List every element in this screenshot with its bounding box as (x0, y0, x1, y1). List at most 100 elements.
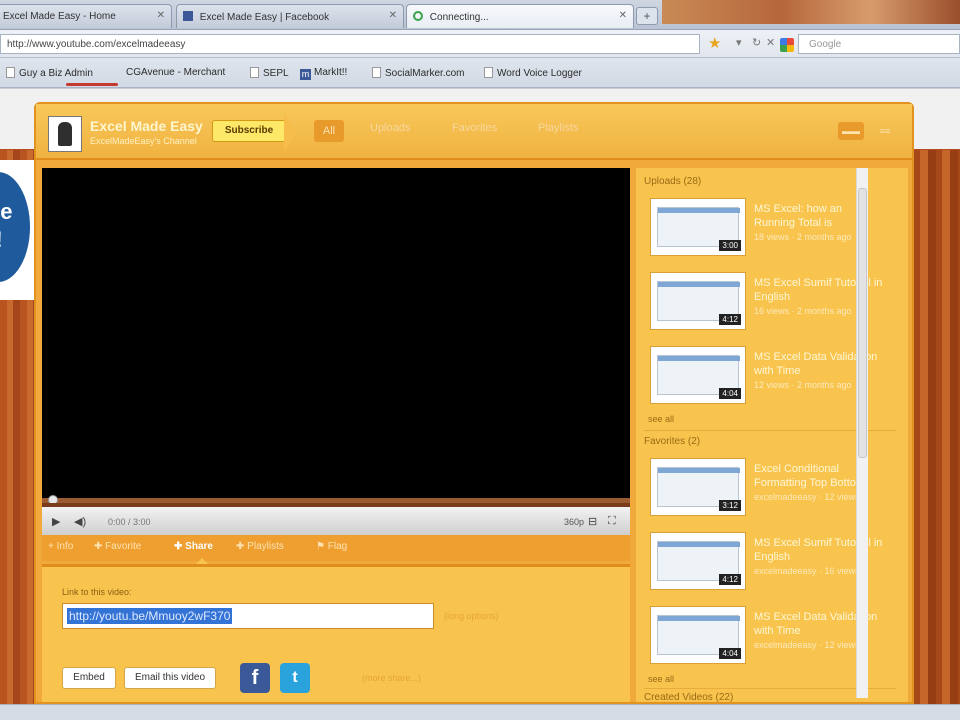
bookmark-label: Guy a Biz Admin (19, 68, 93, 79)
more-share-link[interactable]: (more share...) (362, 673, 421, 683)
close-tab-icon[interactable]: ✕ (389, 10, 397, 21)
bookmark-item[interactable]: CGAvenue - Merchant (126, 67, 225, 78)
video-meta: 16 views · 2 months ago (754, 306, 852, 316)
player-controls: ▶ ◀) 0:00 / 3:00 360p ⊟ ⛶ (42, 503, 630, 535)
search-input[interactable]: Google (798, 34, 960, 54)
badge-text: se !! (0, 172, 30, 282)
quality-button[interactable]: 360p (564, 517, 584, 527)
tab-label: Excel Made Easy | Facebook (199, 12, 330, 23)
twitter-icon[interactable]: t (280, 663, 310, 693)
browser-tab-bar: Excel Made Easy - Home ✕ Excel Made Easy… (0, 0, 960, 30)
page-icon (6, 67, 15, 78)
video-thumbnail[interactable]: 3:00 (650, 198, 746, 256)
popout-icon[interactable]: ⊟ (588, 515, 597, 528)
action-label: Favorite (105, 541, 142, 552)
scrollbar-thumb[interactable] (858, 188, 867, 458)
header-arrow (284, 112, 296, 152)
status-bar (0, 704, 960, 720)
bookmark-label: Word Voice Logger (497, 68, 582, 79)
volume-icon[interactable]: ◀) (74, 515, 86, 528)
bookmark-label: SEPL (263, 68, 289, 79)
subscribe-button[interactable]: Subscribe (212, 120, 286, 142)
page-icon (372, 67, 381, 78)
channel-subtitle: ExcelMadeEasy's Channel (90, 136, 197, 146)
see-all-uploads-link[interactable]: see all (648, 414, 674, 424)
playlists-tab[interactable]: ✚ Playlists (236, 541, 284, 552)
action-label: Playlists (247, 541, 284, 552)
reload-icon[interactable]: ↻ (752, 36, 761, 49)
email-video-button[interactable]: Email this video (124, 667, 216, 689)
channel-frame: Excel Made Easy ExcelMadeEasy's Channel … (34, 102, 914, 704)
navigation-bar: http://www.youtube.com/excelmadeeasy ★ ▾… (0, 30, 960, 58)
uploads-section-title[interactable]: Uploads (28) (644, 176, 701, 187)
bookmark-label: CGAvenue - Merchant (126, 67, 226, 78)
video-thumbnail[interactable]: 4:12 (650, 272, 746, 330)
flag-tab[interactable]: ⚑ Flag (316, 541, 347, 552)
video-meta: 12 views · 2 months ago (754, 380, 852, 390)
bookmark-star-icon[interactable]: ★ (708, 34, 721, 52)
bookmark-item[interactable]: SEPL (250, 67, 289, 79)
bookmark-item[interactable]: m MarkIt!! (300, 67, 347, 80)
duration-badge: 4:12 (719, 314, 741, 325)
time-display: 0:00 / 3:00 (108, 517, 151, 527)
video-player[interactable] (42, 168, 630, 503)
channel-header: Excel Made Easy ExcelMadeEasy's Channel … (36, 104, 912, 160)
bookmark-item[interactable]: SocialMarker.com (372, 67, 464, 79)
fullscreen-icon[interactable]: ⛶ (608, 515, 616, 528)
channel-avatar[interactable] (48, 116, 82, 152)
favorites-section-title[interactable]: Favorites (2) (644, 436, 700, 447)
tab-favorites[interactable]: Favorites (452, 122, 497, 134)
embed-button[interactable]: Embed (62, 667, 116, 689)
channel-name[interactable]: Excel Made Easy (90, 118, 203, 134)
share-link-field[interactable]: http://youtu.be/Mmuoy2wF370 (62, 603, 434, 629)
share-tab[interactable]: ✚ Share (174, 541, 213, 552)
stop-icon[interactable]: ✕ (766, 36, 775, 49)
duration-badge: 3:12 (719, 500, 741, 511)
bookmarks-bar: Guy a Biz Admin CGAvenue - Merchant SEPL… (0, 58, 960, 88)
action-label: Flag (327, 541, 348, 552)
page-icon (484, 67, 493, 78)
tab-label: Connecting... (429, 12, 489, 23)
close-tab-icon[interactable]: ✕ (157, 10, 165, 21)
wood-background-right (914, 150, 960, 704)
bookmark-item[interactable]: Guy a Biz Admin (6, 67, 93, 79)
favorite-tab[interactable]: ✚ Favorite (94, 541, 141, 552)
tab-label: Excel Made Easy - Home (3, 11, 116, 22)
video-meta: excelmadeeasy · 12 views (754, 640, 860, 650)
video-thumbnail[interactable]: 4:12 (650, 532, 746, 590)
video-thumbnail[interactable]: 4:04 (650, 346, 746, 404)
facebook-icon[interactable]: f (240, 663, 270, 693)
new-tab-button[interactable]: + (636, 7, 658, 25)
grid-view-icon[interactable]: ▬▬ (838, 122, 864, 140)
address-bar[interactable]: http://www.youtube.com/excelmadeeasy (0, 34, 700, 54)
video-thumbnail[interactable]: 4:04 (650, 606, 746, 664)
google-icon[interactable] (780, 38, 794, 52)
list-view-icon[interactable]: ≡≡ (874, 122, 896, 140)
duration-badge: 3:00 (719, 240, 741, 251)
annotation-underline (66, 83, 118, 86)
info-tab[interactable]: + Info (48, 541, 73, 552)
tab-playlists[interactable]: Playlists (538, 122, 578, 134)
tab-all[interactable]: All (314, 120, 344, 142)
tab-excel-made-easy-home[interactable]: Excel Made Easy - Home ✕ (0, 4, 172, 28)
dropdown-arrow-icon[interactable]: ▾ (736, 36, 742, 49)
page-scrollbar[interactable] (856, 168, 868, 698)
facebook-favicon-icon (183, 11, 193, 21)
share-panel: Link to this video: http://youtu.be/Mmuo… (42, 564, 630, 702)
close-tab-icon[interactable]: ✕ (619, 10, 627, 21)
action-label: Info (56, 541, 74, 552)
bookmark-label: SocialMarker.com (385, 68, 465, 79)
tab-uploads[interactable]: Uploads (370, 122, 410, 134)
duration-badge: 4:04 (719, 388, 741, 399)
loading-spinner-icon (413, 11, 423, 21)
share-options-link[interactable]: (long options) (444, 611, 499, 621)
play-icon[interactable]: ▶ (52, 515, 60, 528)
playlists-section-title[interactable]: Created Videos (22) (644, 692, 733, 702)
tab-facebook[interactable]: Excel Made Easy | Facebook ✕ (176, 4, 404, 28)
tab-connecting[interactable]: Connecting... ✕ (406, 4, 634, 28)
video-thumbnail[interactable]: 3:12 (650, 458, 746, 516)
page-icon (250, 67, 259, 78)
background-badge: se !! (0, 160, 38, 300)
see-all-favorites-link[interactable]: see all (648, 674, 674, 684)
bookmark-item[interactable]: Word Voice Logger (484, 67, 582, 79)
